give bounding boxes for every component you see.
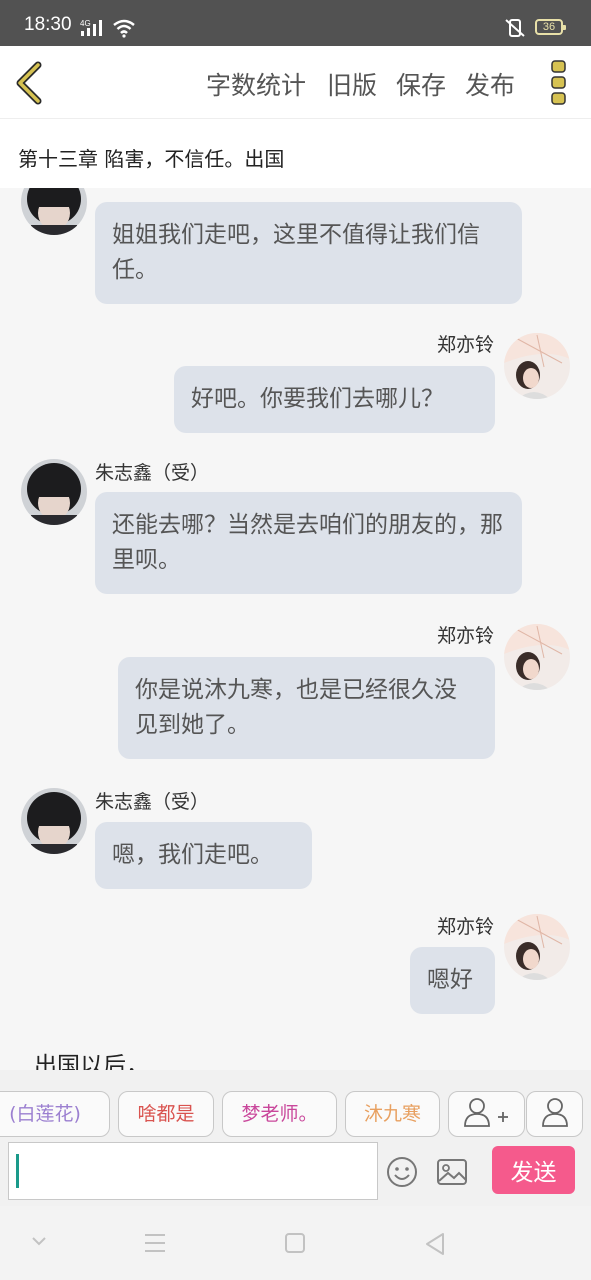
avatar-right[interactable]	[504, 914, 570, 980]
nav-down-icon[interactable]	[30, 1232, 48, 1252]
role-chip[interactable]: 梦老师。	[222, 1091, 337, 1137]
vibrate-mute-icon	[505, 19, 525, 37]
status-bar: 18:30 4G 36	[0, 0, 591, 46]
sender-name: 朱志鑫（受）	[95, 791, 210, 813]
role-chip[interactable]: (白莲花)	[0, 1091, 110, 1137]
sender-name: 郑亦铃	[436, 334, 494, 356]
message-input[interactable]	[8, 1142, 378, 1200]
avatar-right[interactable]	[504, 624, 570, 690]
avatar-left[interactable]	[21, 459, 87, 525]
more-vertical-icon	[551, 60, 566, 105]
chat-scroll-area[interactable]: 姐姐我们走吧，这里不值得让我们信任。 郑亦铃 好吧。你要我们去哪儿？ 朱志鑫（受…	[0, 188, 591, 1070]
sender-name: 朱志鑫（受）	[95, 462, 210, 484]
message-bubble[interactable]: 嗯，我们走吧。	[95, 822, 312, 889]
role-chip[interactable]: 啥都是	[118, 1091, 214, 1137]
emoji-icon	[387, 1157, 417, 1187]
add-user-icon	[464, 1098, 508, 1127]
avatar-right[interactable]	[504, 333, 570, 399]
image-icon	[437, 1159, 467, 1185]
role-chip[interactable]: 沐九寒	[345, 1091, 440, 1137]
sender-name: 郑亦铃	[436, 625, 494, 647]
message-bubble[interactable]: 还能去哪？当然是去咱们的朋友的，那里呗。	[95, 492, 522, 594]
editor-toolbar: 字数统计 旧版 保存 发布	[0, 46, 591, 118]
chevron-left-icon	[16, 61, 42, 105]
back-button[interactable]	[10, 60, 52, 106]
quick-role-bar: (白莲花) 啥都是 梦老师。 沐九寒	[0, 1070, 591, 1140]
user-icon	[542, 1098, 568, 1127]
system-nav-bar	[0, 1206, 591, 1280]
wifi-icon	[113, 19, 135, 38]
battery-indicator: 36	[535, 19, 566, 35]
role-manage-button[interactable]	[526, 1091, 583, 1137]
more-button[interactable]	[546, 58, 572, 106]
composer: 发送	[0, 1140, 591, 1206]
image-button[interactable]	[436, 1157, 468, 1187]
signal-icon: 4G	[80, 19, 102, 36]
avatar-left[interactable]	[21, 788, 87, 854]
sender-name: 郑亦铃	[436, 916, 494, 938]
message-bubble[interactable]: 姐姐我们走吧，这里不值得让我们信任。	[95, 202, 522, 304]
old-version-button[interactable]: 旧版	[327, 66, 377, 102]
add-role-button[interactable]	[448, 1091, 525, 1137]
status-time: 18:30	[24, 14, 72, 35]
nav-menu-icon[interactable]	[143, 1232, 167, 1254]
emoji-button[interactable]	[386, 1156, 418, 1188]
message-bubble[interactable]: 好吧。你要我们去哪儿？	[174, 366, 495, 433]
message-bubble[interactable]: 你是说沐九寒，也是已经很久没见到她了。	[118, 657, 495, 759]
send-button[interactable]: 发送	[492, 1146, 575, 1194]
text-caret	[16, 1154, 19, 1188]
nav-back-icon[interactable]	[423, 1232, 447, 1256]
word-count-button[interactable]: 字数统计	[206, 66, 306, 102]
network-label: 4G	[80, 19, 91, 28]
narration-text[interactable]: 出国以后，	[34, 1046, 149, 1070]
save-button[interactable]: 保存	[396, 66, 446, 102]
message-bubble[interactable]: 嗯好	[410, 947, 495, 1014]
publish-button[interactable]: 发布	[465, 66, 515, 102]
chapter-bar: 第十三章 陷害，不信任。出国	[0, 118, 591, 188]
avatar-left[interactable]	[21, 188, 87, 235]
chapter-title[interactable]: 第十三章 陷害，不信任。出国	[18, 143, 284, 172]
nav-home-icon[interactable]	[284, 1232, 306, 1254]
